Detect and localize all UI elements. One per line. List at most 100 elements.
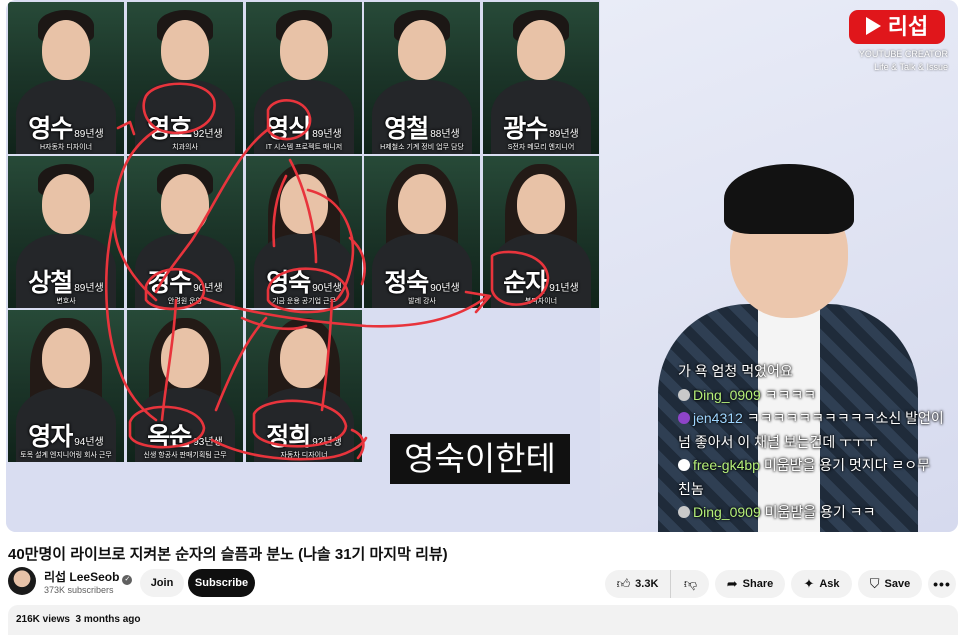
upload-age: 3 months ago <box>75 614 141 625</box>
more-actions-button[interactable]: ••• <box>928 570 956 598</box>
chat-text: 넘 좋아서 이 채널 보는건데 ㅜㅜㅜ <box>678 433 878 450</box>
cast-job: H제철소 기계 정비 업무 담당 <box>380 144 464 151</box>
cast-name: 영숙 <box>266 269 311 297</box>
cast-card: 정숙 90년생 발레 강사 <box>364 156 480 308</box>
chat-message: Ding_0909 미움받을 용기 ㅋㅋ <box>678 501 954 525</box>
cast-card: 영수 89년생 H자동차 디자이너 <box>8 2 124 154</box>
cast-name: 영철 <box>384 115 429 143</box>
cast-card: 영숙 90년생기금 운용 공기업 근무 <box>246 156 362 308</box>
share-arrow-icon: ➦ <box>726 576 738 591</box>
play-icon <box>865 17 881 35</box>
cast-job: H자동차 디자이너 <box>39 144 93 151</box>
cast-year: 88년생 <box>430 129 460 140</box>
cast-job: 변호사 <box>56 298 76 305</box>
ask-label: Ask <box>819 578 840 590</box>
cast-card: 영호 92년생 치과의사 <box>127 2 243 154</box>
save-label: Save <box>884 578 911 590</box>
cast-year: 94년생 <box>74 437 104 448</box>
like-count: 3.3K <box>635 578 659 590</box>
cast-name: 영식 <box>266 115 311 143</box>
chat-text: 친놈 <box>678 480 704 497</box>
brand-label: 리섭 <box>887 14 929 39</box>
chat-author: Ding_0909 <box>693 386 761 403</box>
verified-check-icon: ✓ <box>122 575 133 585</box>
chat-text: 미움받을 용기 ㅋㅋ <box>764 504 876 520</box>
cast-year: 91년생 <box>549 283 579 294</box>
chat-text: ㅋㅋㅋㅋㅋㅋㅋㅋㅋㅋ소신 발언이 <box>746 410 944 426</box>
chat-author: Ding_0909 <box>693 504 761 520</box>
cast-card: 영식 89년생 IT 시스템 프로젝트 매니저 <box>246 2 362 154</box>
view-count: 216K views <box>16 614 70 625</box>
streamer-panel: 리섭 YOUTUBE CREATOR Life & Talk & Issue 가… <box>600 0 958 532</box>
cast-card: 옥순 93년생신생 항공사 판매기획팀 근무 <box>127 310 243 462</box>
cast-name: 경수 <box>147 269 192 297</box>
chat-text: 가 욕 엄청 먹었어요 <box>678 363 793 379</box>
cast-card: 정희 92년생자동차 디자이너 <box>246 310 362 462</box>
chat-message: Ding_0909 ㅋㅋㅋㅋ <box>678 384 954 408</box>
cast-name: 광수 <box>503 115 548 143</box>
more-horizontal-icon: ••• <box>933 576 951 592</box>
cast-card: 상철 89년생 변호사 <box>8 156 124 308</box>
dislike-button[interactable]: 👎︎ <box>672 570 709 598</box>
cast-year: 89년생 <box>312 129 342 140</box>
cast-name: 순자 <box>503 269 548 297</box>
like-button[interactable]: 👍︎ 3.3K <box>605 570 671 598</box>
cast-job: 치과의사 <box>172 144 198 151</box>
cast-name: 정숙 <box>384 269 429 297</box>
cast-job: S전자 메모리 엔지니어 <box>507 144 575 151</box>
channel-name-text[interactable]: 리섭 LeeSeob <box>44 570 119 584</box>
chat-avatar <box>678 506 690 518</box>
cast-card: 순자 91년생북디자이너 <box>483 156 599 308</box>
cast-year: 92년생 <box>312 437 342 448</box>
thumbs-up-icon: 👍︎ <box>616 576 631 591</box>
chat-message: 가 욕 엄청 먹었어요 <box>678 360 954 384</box>
chat-text: 미움받을 용기 멋지다 ㄹㅇ무 <box>763 457 931 473</box>
cast-job: 자동차 디자이너 <box>280 452 328 459</box>
cast-year: 93년생 <box>193 437 223 448</box>
cast-job: 북디자이너 <box>524 298 558 305</box>
cast-name: 옥순 <box>147 423 192 451</box>
share-button[interactable]: ➦ Share <box>715 570 785 598</box>
chat-avatar <box>678 459 690 471</box>
view-stats: 216K views 3 months ago <box>16 614 141 625</box>
chat-avatar <box>678 388 690 401</box>
cast-job: 토목 설계 엔지니어링 회사 근무 <box>20 452 112 459</box>
chat-author: free-gk4bp <box>693 457 760 473</box>
ask-button[interactable]: ✦ Ask <box>791 570 852 598</box>
chat-author: jen4312 <box>693 410 743 426</box>
chat-message: jen4312 ㅋㅋㅋㅋㅋㅋㅋㅋㅋㅋ소신 발언이 <box>678 407 954 431</box>
save-button[interactable]: ⛉ Save <box>858 570 922 598</box>
join-button[interactable]: Join <box>140 569 184 597</box>
chat-text: ㅋㅋㅋㅋ <box>764 386 817 403</box>
sparkle-icon: ✦ <box>803 576 815 591</box>
chat-avatar <box>678 412 690 424</box>
share-label: Share <box>742 578 774 590</box>
cast-year: 90년생 <box>193 283 223 294</box>
like-dislike-group: 👍︎ 3.3K 👎︎ <box>605 570 709 598</box>
creator-line-1: YOUTUBE CREATOR <box>858 49 948 59</box>
cast-name: 영호 <box>147 115 192 143</box>
creator-line-2: Life & Talk & Issue <box>874 62 948 72</box>
video-player[interactable]: 영수 89년생 H자동차 디자이너 영호 92년생 치과의사 영식 89년생 IT 시스템 프로… <box>6 0 958 532</box>
description-box[interactable]: 216K views 3 months ago <box>8 605 958 635</box>
video-title: 40만명이 라이브로 지켜본 순자의 슬픔과 분노 (나솔 31기 마지막 리뷰… <box>8 546 448 563</box>
chat-message: free-gk4bp 미움받을 용기 멋지다 ㄹㅇ무 <box>678 454 954 478</box>
live-chat-overlay: 가 욕 엄청 먹었어요 Ding_0909 ㅋㅋㅋㅋ jen4312 ㅋㅋㅋㅋㅋㅋㅋ… <box>678 360 954 525</box>
cast-year: 89년생 <box>74 283 104 294</box>
chat-message: 넘 좋아서 이 채널 보는건데 ㅜㅜㅜ <box>678 431 954 455</box>
channel-avatar[interactable] <box>8 567 36 595</box>
cast-year: 90년생 <box>312 283 342 294</box>
subscriber-count: 373K subscribers <box>44 585 114 595</box>
chat-message: 친놈 <box>678 478 954 502</box>
cast-job: 발레 강사 <box>408 298 436 305</box>
channel-brand-logo: 리섭 <box>849 10 945 44</box>
channel-name[interactable]: 리섭 LeeSeob ✓ <box>44 568 133 585</box>
cast-year: 89년생 <box>74 129 104 140</box>
cast-name: 정희 <box>266 423 311 451</box>
cast-job: 신생 항공사 판매기획팀 근무 <box>143 452 227 459</box>
bookmark-icon: ⛉ <box>869 576 880 591</box>
cast-job: 기금 운용 공기업 근무 <box>272 298 336 305</box>
cast-profile-grid: 영수 89년생 H자동차 디자이너 영호 92년생 치과의사 영식 89년생 IT 시스템 프로… <box>6 0 600 532</box>
video-caption: 영숙이한테 <box>390 434 570 484</box>
subscribe-button[interactable]: Subscribe <box>188 569 255 597</box>
